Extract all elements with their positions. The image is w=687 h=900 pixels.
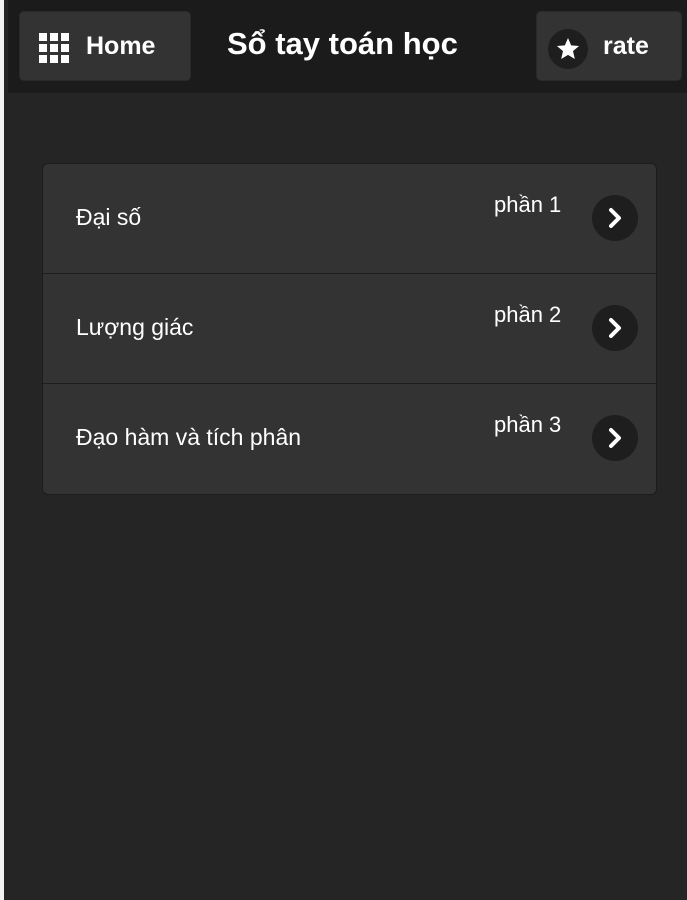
- list-item-label: Đại số: [76, 204, 142, 230]
- list-item-count: phần 1: [494, 192, 562, 217]
- page: Home Sổ tay toán học rate Đại số phần 1 …: [0, 0, 687, 900]
- home-button-label: Home: [86, 32, 156, 60]
- list-item-count: phần 2: [494, 302, 562, 327]
- list-item-count: phần 3: [494, 412, 562, 437]
- rate-button[interactable]: rate: [536, 11, 682, 81]
- home-button[interactable]: Home: [19, 11, 191, 81]
- page-title: Sổ tay toán học: [227, 26, 458, 61]
- rate-button-label: rate: [603, 32, 649, 60]
- list-item-label: Lượng giác: [76, 314, 194, 340]
- list-item-dao-ham[interactable]: Đạo hàm và tích phân phần 3: [43, 384, 656, 494]
- chevron-right-icon: [592, 195, 638, 241]
- list-item-dai-so[interactable]: Đại số phần 1: [43, 164, 656, 274]
- topic-list: Đại số phần 1 Lượng giác phần 2 Đạo hàm …: [42, 163, 657, 495]
- list-item-label: Đạo hàm và tích phân: [76, 424, 302, 450]
- star-icon: [548, 29, 588, 69]
- list-item-luong-giac[interactable]: Lượng giác phần 2: [43, 274, 656, 384]
- chevron-right-icon: [592, 305, 638, 351]
- chevron-right-icon: [592, 415, 638, 461]
- header-bar: Home Sổ tay toán học rate: [8, 0, 687, 93]
- grid-icon: [39, 33, 69, 63]
